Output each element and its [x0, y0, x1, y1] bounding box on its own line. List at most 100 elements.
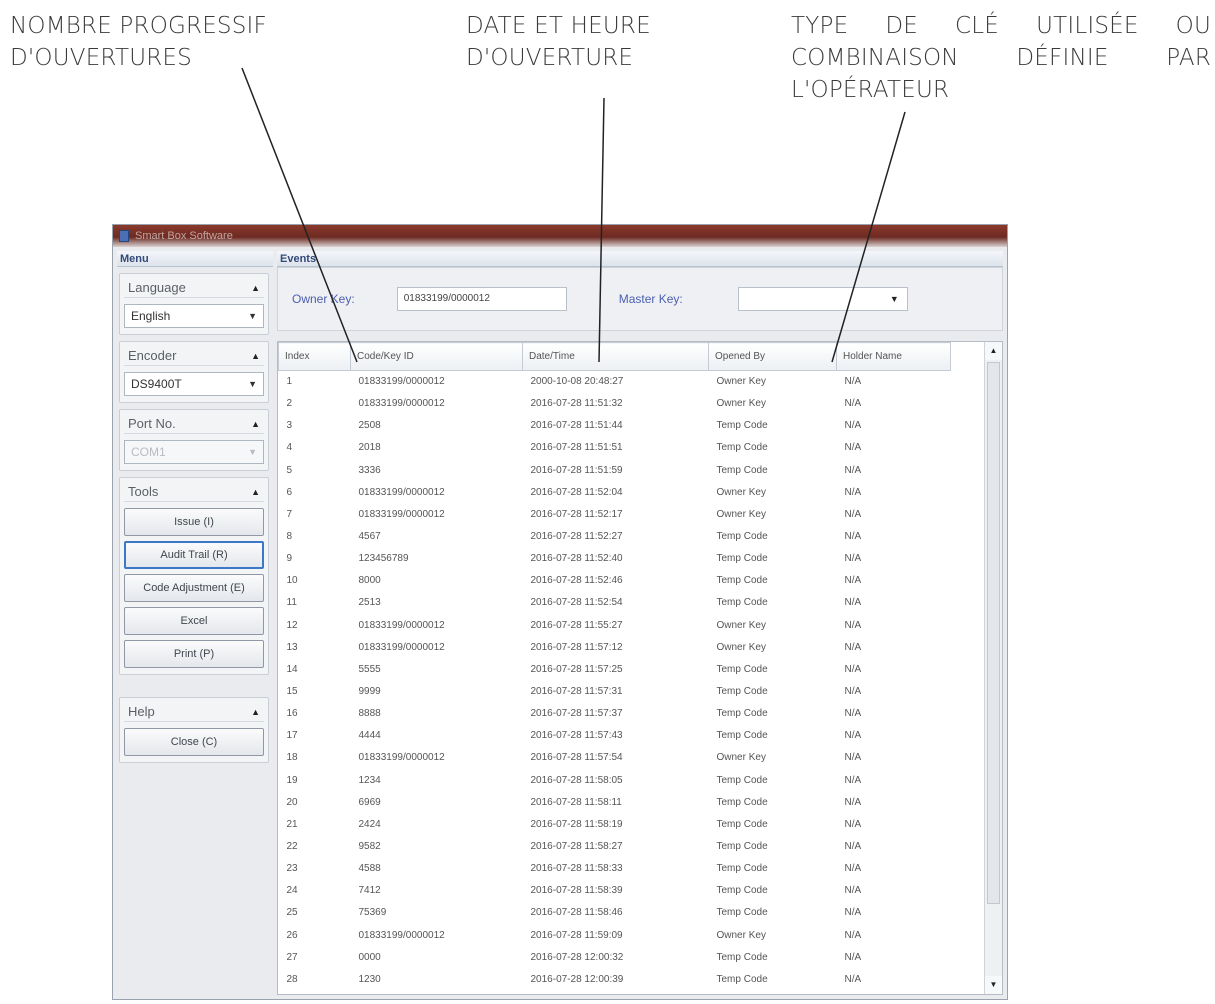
table-row[interactable]: 27 0000 2016-07-28 12:00:32 Temp Code N/A — [279, 946, 951, 968]
excel-button[interactable]: Excel — [124, 607, 264, 635]
cell-datetime: 2016-07-28 11:51:44 — [530, 420, 623, 432]
window-title: Smart Box Software — [135, 230, 233, 242]
cell-index: 3 — [286, 420, 293, 432]
table-row[interactable]: 16 8888 2016-07-28 11:57:37 Temp Code N/A — [279, 703, 951, 725]
dropdown-arrow-icon[interactable]: ▼ — [890, 294, 899, 304]
callout-date-time: DATE ET HEURE D'OUVERTURE — [466, 10, 651, 74]
cell-code: 4588 — [358, 863, 381, 875]
cell-holder: N/A — [844, 619, 862, 631]
cell-opened-by: Temp Code — [716, 663, 768, 675]
cell-holder: N/A — [844, 442, 862, 454]
scroll-up-icon[interactable]: ▲ — [985, 342, 1002, 360]
group-title-label: Port No. — [128, 416, 176, 431]
tools-group-title[interactable]: Tools ▲ — [124, 482, 264, 502]
table-row[interactable]: 25 75369 2016-07-28 11:58:46 Temp Code N/A — [279, 902, 951, 924]
port-group: Port No. ▲ COM1 ▼ — [119, 409, 269, 471]
table-row[interactable]: 17 4444 2016-07-28 11:57:43 Temp Code N/A — [279, 725, 951, 747]
collapse-icon[interactable]: ▲ — [251, 419, 260, 429]
cell-code: 4444 — [358, 730, 381, 742]
cell-code: 01833199/0000012 — [358, 752, 445, 764]
table-row[interactable]: 28 1230 2016-07-28 12:00:39 Temp Code N/A — [279, 968, 951, 990]
table-row[interactable]: 4 2018 2016-07-28 11:51:51 Temp Code N/A — [279, 437, 951, 459]
table-row[interactable]: 10 8000 2016-07-28 11:52:46 Temp Code N/A — [279, 570, 951, 592]
cell-opened-by: Temp Code — [716, 420, 768, 432]
language-select[interactable]: English ▼ — [124, 304, 264, 328]
audit-trail-button[interactable]: Audit Trail (R) — [124, 541, 264, 569]
cell-opened-by: Temp Code — [716, 863, 768, 875]
collapse-icon[interactable]: ▲ — [251, 351, 260, 361]
table-row[interactable]: 23 4588 2016-07-28 11:58:33 Temp Code N/A — [279, 858, 951, 880]
cell-code: 01833199/0000012 — [358, 376, 445, 388]
master-key-label: Master Key: — [618, 292, 683, 306]
menu-header: Menu — [117, 251, 273, 267]
help-group-title[interactable]: Help ▲ — [124, 702, 264, 722]
table-row[interactable]: 15 9999 2016-07-28 11:57:31 Temp Code N/A — [279, 680, 951, 702]
scroll-thumb[interactable] — [987, 362, 1000, 904]
port-group-title[interactable]: Port No. ▲ — [124, 414, 264, 434]
table-row[interactable]: 1 01833199/0000012 2000-10-08 20:48:27 Owne… — [279, 371, 951, 393]
encoder-group-title[interactable]: Encoder ▲ — [124, 346, 264, 366]
print-button[interactable]: Print (P) — [124, 640, 264, 668]
events-grid[interactable]: Index Code/Key ID Date/Time Opened By Ho… — [277, 341, 1003, 995]
table-row[interactable]: 12 01833199/0000012 2016-07-28 11:55:27 Own… — [279, 614, 951, 636]
callout-word: PAR — [1166, 45, 1211, 71]
collapse-icon[interactable]: ▲ — [251, 707, 260, 717]
cell-holder: N/A — [844, 951, 862, 963]
issue-button[interactable]: Issue (I) — [124, 508, 264, 536]
encoder-select[interactable]: DS9400T ▼ — [124, 372, 264, 396]
table-row[interactable]: 5 3336 2016-07-28 11:51:59 Temp Code N/A — [279, 459, 951, 481]
code-adjustment-button[interactable]: Code Adjustment (E) — [124, 574, 264, 602]
language-group-title[interactable]: Language ▲ — [124, 278, 264, 298]
owner-key-field[interactable]: 01833199/0000012 — [396, 287, 567, 311]
port-select[interactable]: COM1 ▼ — [124, 440, 264, 464]
table-row[interactable]: 18 01833199/0000012 2016-07-28 11:57:54 Own… — [279, 747, 951, 769]
callout-line: D'OUVERTURE — [466, 45, 634, 71]
cell-datetime: 2016-07-28 11:55:27 — [530, 619, 623, 631]
cell-code: 01833199/0000012 — [358, 486, 445, 498]
tools-group: Tools ▲ Issue (I) Audit Trail (R) Code A… — [119, 477, 269, 675]
table-row[interactable]: 21 2424 2016-07-28 11:58:19 Temp Code N/A — [279, 813, 951, 835]
table-row[interactable]: 7 01833199/0000012 2016-07-28 11:52:17 Owne… — [279, 503, 951, 525]
cell-code: 9999 — [358, 686, 381, 698]
dropdown-arrow-icon[interactable]: ▼ — [248, 379, 257, 389]
column-header-opened-by[interactable]: Opened By — [708, 342, 837, 371]
column-header-holder[interactable]: Holder Name — [836, 342, 951, 371]
dropdown-arrow-icon[interactable]: ▼ — [248, 447, 257, 457]
cell-datetime: 2016-07-28 11:58:05 — [530, 774, 623, 786]
close-button[interactable]: Close (C) — [124, 728, 264, 756]
table-row[interactable]: 3 2508 2016-07-28 11:51:44 Temp Code N/A — [279, 415, 951, 437]
cell-opened-by: Temp Code — [716, 686, 768, 698]
table-row[interactable]: 22 9582 2016-07-28 11:58:27 Temp Code N/A — [279, 835, 951, 857]
vertical-scrollbar[interactable]: ▲ ▼ — [984, 342, 1002, 994]
collapse-icon[interactable]: ▲ — [251, 487, 260, 497]
cell-index: 26 — [286, 929, 298, 941]
app-icon — [119, 230, 129, 242]
table-row[interactable]: 26 01833199/0000012 2016-07-28 11:59:09 Own… — [279, 924, 951, 946]
table-row[interactable]: 19 1234 2016-07-28 11:58:05 Temp Code N/A — [279, 769, 951, 791]
table-row[interactable]: 13 01833199/0000012 2016-07-28 11:57:12 Own… — [279, 636, 951, 658]
cell-index: 8 — [286, 531, 293, 543]
table-row[interactable]: 11 2513 2016-07-28 11:52:54 Temp Code N/A — [279, 592, 951, 614]
cell-index: 20 — [286, 796, 298, 808]
title-bar[interactable]: Smart Box Software — [113, 225, 1007, 247]
collapse-icon[interactable]: ▲ — [251, 283, 260, 293]
events-table: Index Code/Key ID Date/Time Opened By Ho… — [278, 342, 951, 990]
table-row[interactable]: 24 7412 2016-07-28 11:58:39 Temp Code N/A — [279, 880, 951, 902]
table-row[interactable]: 6 01833199/0000012 2016-07-28 11:52:04 Owne… — [279, 481, 951, 503]
table-row[interactable]: 2 01833199/0000012 2016-07-28 11:51:32 Owne… — [279, 393, 951, 415]
callout-word: COMBINAISON — [791, 45, 959, 71]
table-row[interactable]: 9 123456789 2016-07-28 11:52:40 Temp Code N/… — [279, 548, 951, 570]
callout-word: DÉFINIE — [1016, 45, 1109, 71]
cell-code: 123456789 — [358, 553, 409, 565]
cell-holder: N/A — [844, 752, 862, 764]
table-row[interactable]: 14 5555 2016-07-28 11:57:25 Temp Code N/A — [279, 658, 951, 680]
column-header-code[interactable]: Code/Key ID — [350, 342, 523, 371]
table-row[interactable]: 8 4567 2016-07-28 11:52:27 Temp Code N/A — [279, 525, 951, 547]
dropdown-arrow-icon[interactable]: ▼ — [248, 311, 257, 321]
column-header-index[interactable]: Index — [278, 342, 351, 371]
scroll-down-icon[interactable]: ▼ — [985, 976, 1002, 994]
cell-index: 25 — [286, 907, 298, 919]
master-key-select[interactable]: ▼ — [737, 287, 908, 311]
table-row[interactable]: 20 6969 2016-07-28 11:58:11 Temp Code N/A — [279, 791, 951, 813]
column-header-datetime[interactable]: Date/Time — [522, 342, 709, 371]
